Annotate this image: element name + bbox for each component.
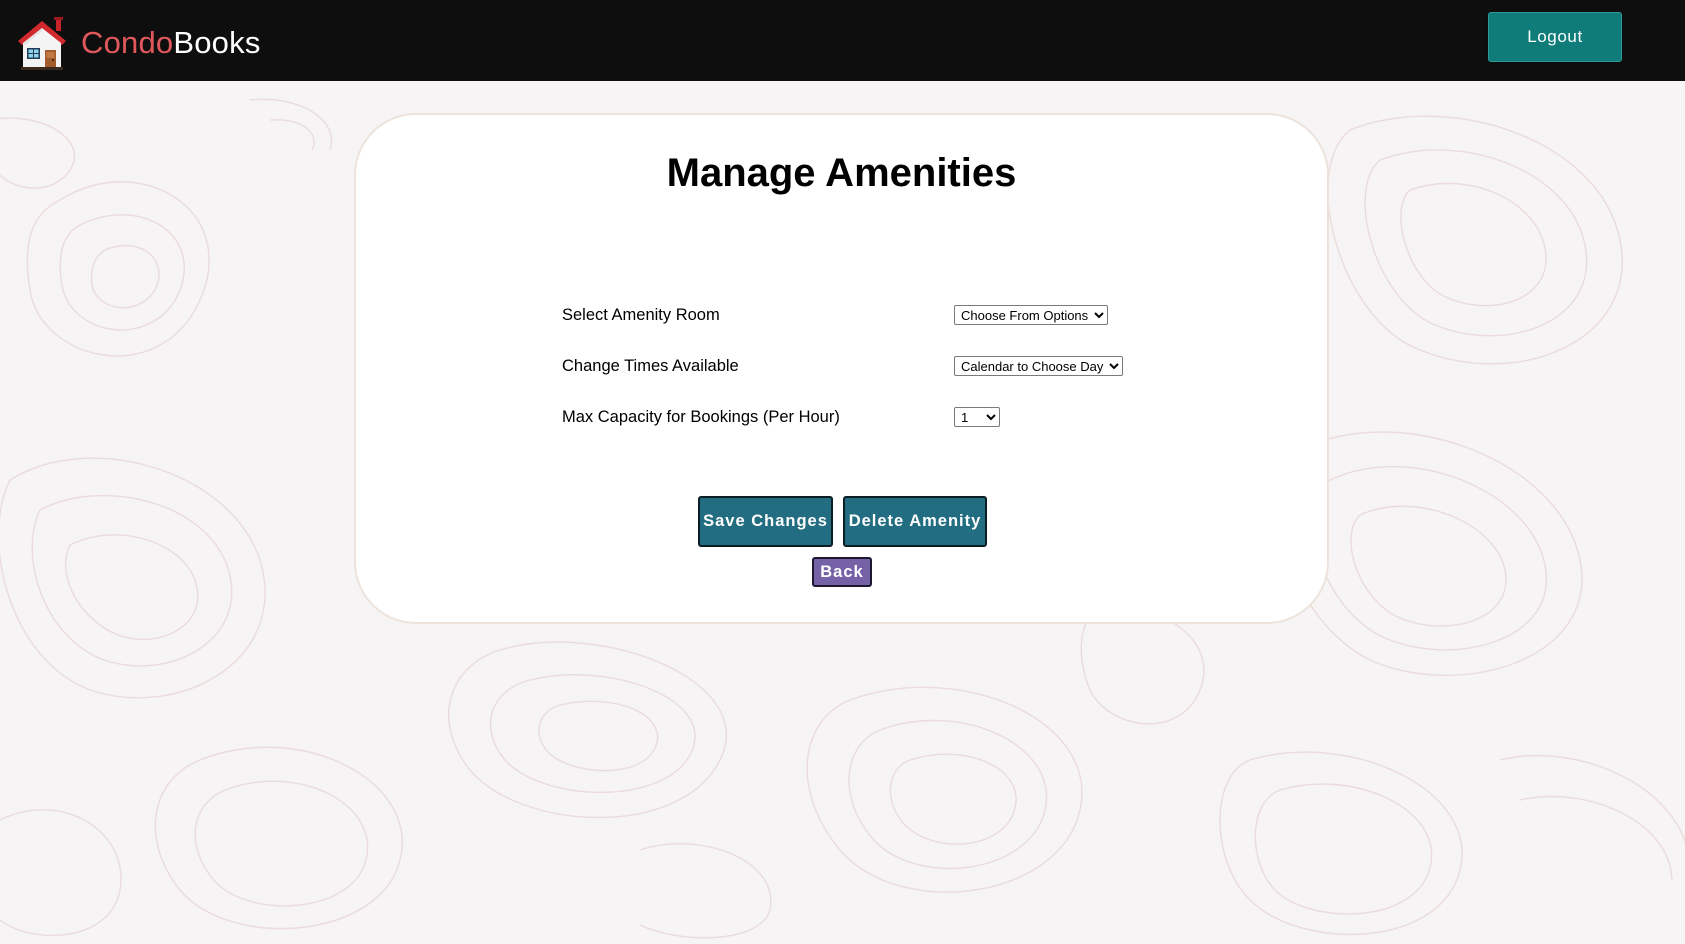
page-title: Manage Amenities: [666, 151, 1017, 195]
logout-button[interactable]: Logout: [1488, 12, 1622, 62]
brand-books: Books: [173, 25, 261, 60]
max-capacity-select[interactable]: 1: [954, 407, 1000, 427]
delete-amenity-button[interactable]: Delete Amenity: [843, 496, 987, 547]
times-available-label: Change Times Available: [562, 357, 739, 375]
save-changes-button[interactable]: Save Changes: [698, 496, 833, 547]
amenity-room-row: Select Amenity Room Choose From Options: [356, 304, 1327, 326]
times-available-row: Change Times Available Calendar to Choos…: [356, 355, 1327, 377]
max-capacity-row: Max Capacity for Bookings (Per Hour) 1: [356, 406, 1327, 428]
brand-wordmark[interactable]: CondoBooks: [81, 24, 261, 62]
amenity-room-select[interactable]: Choose From Options: [954, 305, 1108, 325]
times-available-select[interactable]: Calendar to Choose Day: [954, 356, 1123, 376]
max-capacity-label: Max Capacity for Bookings (Per Hour): [562, 408, 840, 426]
brand-condo: Condo: [81, 25, 174, 60]
top-navbar: CondoBooks Logout: [0, 0, 1685, 81]
manage-amenities-card: Manage Amenities Select Amenity Room Cho…: [354, 113, 1329, 624]
back-button[interactable]: Back: [812, 557, 872, 587]
house-icon[interactable]: [17, 16, 67, 70]
amenity-room-label: Select Amenity Room: [562, 306, 720, 324]
